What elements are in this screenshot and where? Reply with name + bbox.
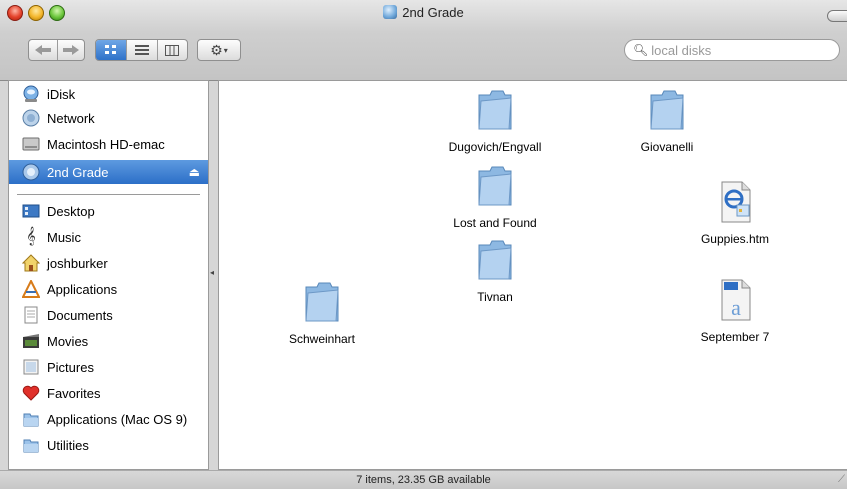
- html-document-icon: [721, 181, 751, 223]
- folder-icon: [478, 240, 512, 280]
- file-name: Giovanelli: [640, 140, 694, 154]
- file-icon-view: Dugovich/Engvall Giovanelli Lost and Fou…: [218, 80, 847, 470]
- sidebar-item-label: Applications (Mac OS 9): [47, 411, 188, 427]
- home-icon: [22, 254, 40, 272]
- resize-grip-icon[interactable]: ⟋: [838, 470, 845, 489]
- icon-view-icon: [105, 45, 117, 54]
- sidebar-item-label: iDisk: [47, 86, 76, 102]
- word-document-icon: a: [721, 279, 751, 321]
- title-toolbar-area: 2nd Grade ⚙ ▾ 🔍︎ local disks: [0, 0, 847, 81]
- sidebar-item-label: Network: [47, 110, 95, 126]
- sidebar-item-idisk[interactable]: iDisk: [9, 82, 208, 106]
- sidebar-item-music[interactable]: 𝄞 Music: [9, 225, 208, 249]
- action-menu-button[interactable]: ⚙ ▾: [197, 39, 241, 61]
- sidebar-item-label: Movies: [47, 333, 89, 349]
- left-arrow-icon: [35, 45, 51, 55]
- sidebar-item-pictures[interactable]: Pictures: [9, 355, 208, 379]
- sidebar-item-macintosh-hd[interactable]: Macintosh HD-emac: [9, 132, 208, 156]
- heart-icon: [22, 385, 40, 401]
- folder-icon: [23, 439, 39, 453]
- sidebar-divider: [17, 194, 200, 195]
- documents-icon: [24, 306, 38, 324]
- icon-view-button[interactable]: [96, 40, 127, 60]
- server-volume-icon: [22, 163, 40, 181]
- file-name: Dugovich/Engvall: [448, 140, 542, 154]
- movies-icon: [23, 334, 39, 348]
- sidebar-item-2nd-grade[interactable]: 2nd Grade ⏏: [9, 160, 208, 184]
- window-title-text: 2nd Grade: [402, 5, 464, 20]
- pictures-icon: [23, 359, 39, 375]
- eject-icon[interactable]: ⏏: [189, 165, 200, 179]
- folder-icon: [650, 90, 684, 130]
- sidebar-item-label: joshburker: [47, 255, 108, 271]
- sidebar-item-label: Pictures: [47, 359, 94, 375]
- hard-disk-icon: [22, 137, 40, 151]
- sidebar-item-utilities[interactable]: Utilities: [9, 433, 208, 457]
- file-name: Lost and Found: [453, 216, 537, 230]
- view-mode-group: [95, 39, 188, 61]
- sidebar-item-label: Applications: [47, 281, 118, 297]
- file-item-giovanelli[interactable]: Giovanelli: [607, 89, 727, 154]
- sidebar-item-home[interactable]: joshburker: [9, 251, 208, 275]
- file-name: September 7: [700, 330, 770, 344]
- status-bar: 7 items, 23.35 GB available ⟋: [0, 470, 847, 489]
- file-name: Guppies.htm: [700, 232, 770, 246]
- folder-icon: [23, 413, 39, 427]
- sidebar-item-desktop[interactable]: Desktop: [9, 199, 208, 223]
- window-title: 2nd Grade: [0, 5, 847, 20]
- sidebar-item-favorites[interactable]: Favorites: [9, 381, 208, 405]
- file-name: Schweinhart: [288, 332, 356, 346]
- forward-button[interactable]: [57, 40, 84, 60]
- right-arrow-icon: [63, 45, 79, 55]
- sidebar-item-documents[interactable]: Documents: [9, 303, 208, 327]
- sidebar-item-label: Desktop: [47, 203, 95, 219]
- sidebar: iDisk Network Macintosh HD-emac 2nd Grad…: [8, 80, 209, 470]
- folder-icon: [305, 282, 339, 322]
- sidebar-item-label: Utilities: [47, 437, 89, 453]
- sidebar-item-network[interactable]: Network: [9, 106, 208, 130]
- file-item-dugovich-engvall[interactable]: Dugovich/Engvall: [435, 89, 555, 154]
- column-view-button[interactable]: [156, 40, 187, 60]
- sidebar-item-label: Documents: [47, 307, 113, 323]
- list-view-button[interactable]: [126, 40, 156, 60]
- column-view-icon: [165, 44, 180, 56]
- music-icon: 𝄞: [26, 228, 36, 245]
- sidebar-item-movies[interactable]: Movies: [9, 329, 208, 353]
- server-volume-icon: [383, 5, 398, 19]
- list-view-icon: [134, 45, 149, 55]
- sidebar-item-label: 2nd Grade: [47, 164, 109, 180]
- back-forward-group: [28, 39, 85, 61]
- sidebar-item-label: Music: [47, 229, 81, 245]
- search-icon: 🔍︎: [633, 43, 649, 57]
- folder-icon: [478, 166, 512, 206]
- file-item-guppies-htm[interactable]: Guppies.htm: [675, 181, 795, 246]
- search-field[interactable]: 🔍︎: [624, 39, 840, 61]
- sidebar-item-applications[interactable]: Applications: [9, 277, 208, 301]
- sidebar-item-label: Macintosh HD-emac: [47, 136, 165, 152]
- status-text: 7 items, 23.35 GB available: [356, 474, 491, 486]
- idisk-icon: [23, 85, 39, 102]
- desktop-icon: [22, 204, 40, 218]
- file-item-lost-and-found[interactable]: Lost and Found: [435, 165, 555, 230]
- toolbar-toggle-button[interactable]: [827, 10, 847, 22]
- folder-icon: [478, 90, 512, 130]
- sidebar-item-label: Favorites: [47, 385, 101, 401]
- finder-window: 2nd Grade ⚙ ▾ 🔍︎ local disks iDisk Netwo…: [0, 0, 847, 489]
- sidebar-item-applications-os9[interactable]: Applications (Mac OS 9): [9, 407, 208, 431]
- network-icon: [22, 109, 40, 127]
- svg-text:a: a: [731, 295, 741, 320]
- file-item-tivnan[interactable]: Tivnan: [435, 239, 555, 304]
- applications-icon: [22, 280, 40, 298]
- back-button[interactable]: [29, 40, 57, 60]
- file-name: Tivnan: [477, 290, 513, 304]
- gear-icon: ⚙ ▾: [210, 41, 228, 58]
- splitter-handle[interactable]: ◂: [210, 268, 214, 277]
- file-item-schweinhart[interactable]: Schweinhart: [262, 281, 382, 346]
- file-item-september-7[interactable]: a September 7: [675, 279, 795, 344]
- search-input[interactable]: [651, 42, 822, 58]
